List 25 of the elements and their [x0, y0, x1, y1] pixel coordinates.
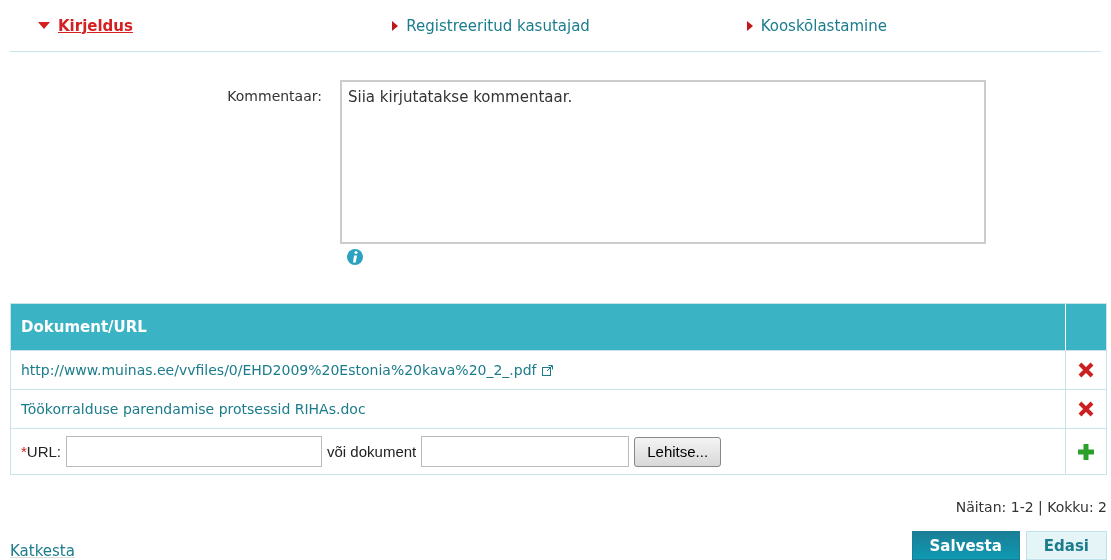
- tab[interactable]: Kooskõlastamine: [746, 16, 1101, 35]
- url-field[interactable]: [66, 436, 323, 467]
- delete-icon[interactable]: [1078, 362, 1094, 378]
- caret-right-icon: [746, 20, 753, 31]
- caret-right-icon: [392, 20, 399, 31]
- url-label: *URL:: [21, 443, 62, 460]
- tab[interactable]: Registreeritud kasutajad: [392, 16, 747, 35]
- tab[interactable]: Kirjeldus: [38, 16, 393, 35]
- paging-info: Näitan: 1-2 | Kokku: 2: [954, 499, 1107, 515]
- comment-field[interactable]: Siia kirjutatakse kommentaar.: [340, 80, 986, 244]
- document-link[interactable]: http://www.muinas.ee/vvfiles/0/EHD2009%20Estonia%20kava%20_2_.pdf: [21, 362, 537, 378]
- comment-label: Kommentaar:: [226, 87, 322, 106]
- next-button[interactable]: Edasi: [1025, 531, 1107, 560]
- browse-button[interactable]: Lehitse...: [634, 436, 722, 467]
- document-label: või dokument: [327, 443, 417, 460]
- document-link[interactable]: Töökorralduse parendamise protsessid RIHAs.doc: [21, 401, 366, 417]
- caret-down-icon: [38, 22, 50, 29]
- cancel-link[interactable]: Katkesta: [10, 542, 75, 560]
- add-icon[interactable]: [1077, 442, 1095, 461]
- external-link-icon: [541, 364, 553, 376]
- delete-icon[interactable]: [1078, 401, 1094, 417]
- document-field[interactable]: [421, 436, 630, 467]
- column-header: Dokument/URL: [11, 304, 1066, 350]
- info-icon: [346, 248, 364, 266]
- save-button[interactable]: Salvesta: [911, 531, 1020, 560]
